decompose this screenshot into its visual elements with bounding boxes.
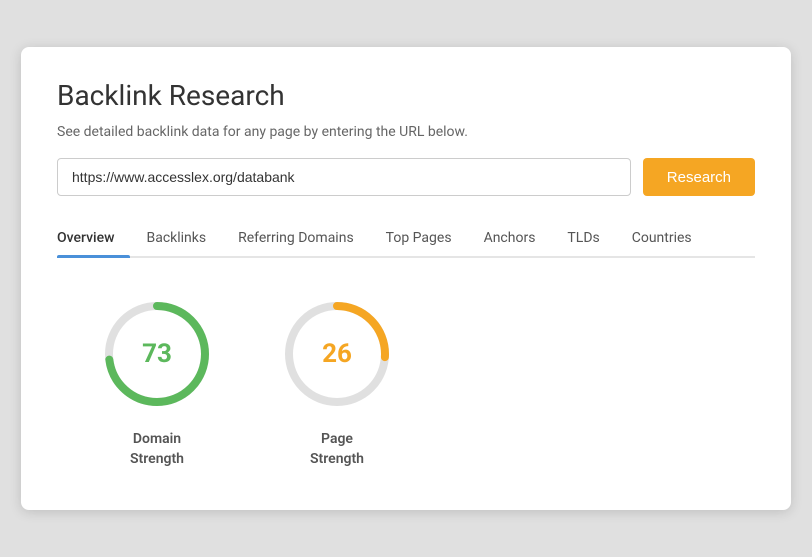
domain-strength-value: 73 <box>142 339 172 369</box>
subtitle: See detailed backlink data for any page … <box>57 124 755 140</box>
tab-anchors[interactable]: Anchors <box>468 220 552 256</box>
page-strength-label: PageStrength <box>310 430 364 469</box>
url-input[interactable] <box>57 158 631 196</box>
domain-strength-label: DomainStrength <box>130 430 184 469</box>
tab-referring-domains[interactable]: Referring Domains <box>222 220 370 256</box>
page-strength-value: 26 <box>322 339 352 369</box>
page-strength: 26 PageStrength <box>277 294 397 469</box>
metrics-row: 73 DomainStrength 26 PageStrength <box>57 294 755 469</box>
tab-countries[interactable]: Countries <box>616 220 708 256</box>
tab-backlinks[interactable]: Backlinks <box>130 220 222 256</box>
page-title: Backlink Research <box>57 79 755 112</box>
domain-strength-circle: 73 <box>97 294 217 414</box>
tab-tlds[interactable]: TLDs <box>551 220 615 256</box>
tab-overview[interactable]: Overview <box>57 220 130 256</box>
tab-top-pages[interactable]: Top Pages <box>370 220 468 256</box>
domain-strength: 73 DomainStrength <box>97 294 217 469</box>
tabs-bar: OverviewBacklinksReferring DomainsTop Pa… <box>57 220 755 258</box>
main-card: Backlink Research See detailed backlink … <box>21 47 791 509</box>
search-row: Research <box>57 158 755 196</box>
research-button[interactable]: Research <box>643 158 755 196</box>
page-strength-circle: 26 <box>277 294 397 414</box>
